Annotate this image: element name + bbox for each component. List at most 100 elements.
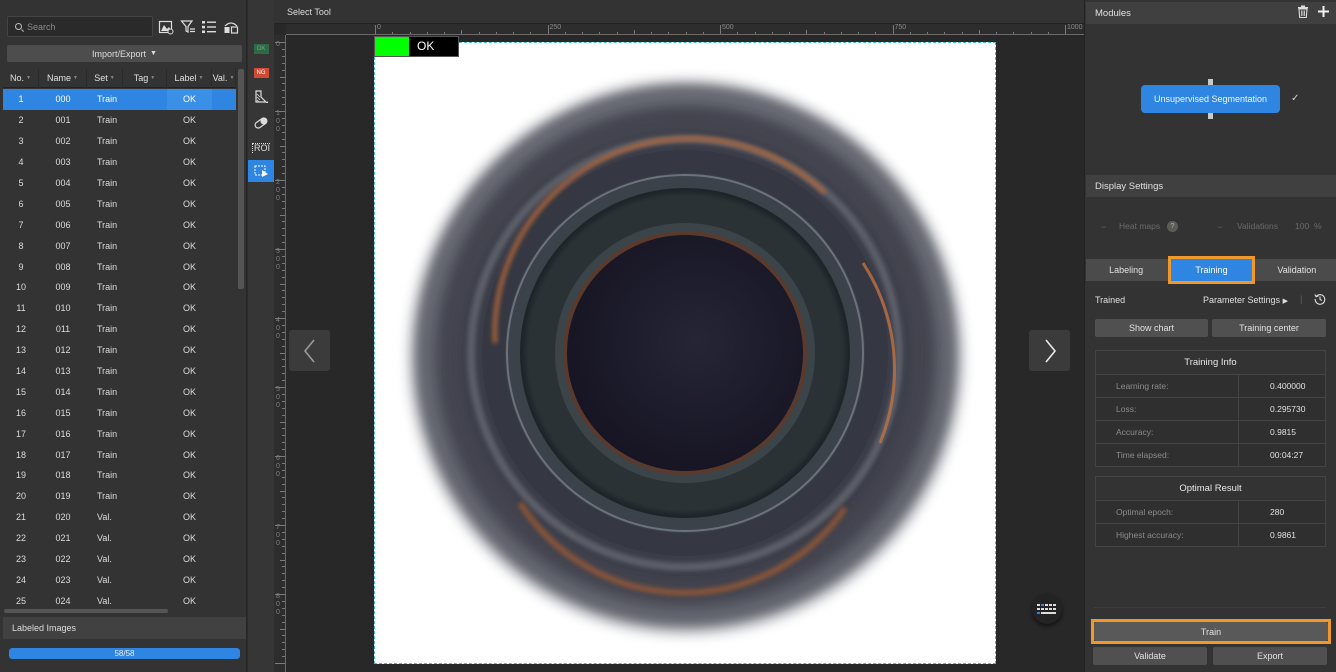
validations-toggle-icon[interactable]: ⌣ — [1217, 221, 1223, 232]
cell-name: 002 — [55, 136, 71, 147]
cell-label: OK — [182, 282, 196, 293]
cell-val — [212, 423, 236, 444]
table-horizontal-scrollbar[interactable] — [4, 609, 168, 613]
table-row[interactable]: 12 011 Train OK — [3, 319, 236, 340]
export-button[interactable]: Export — [1213, 647, 1327, 665]
parameter-settings-link[interactable]: Parameter Settings ▶ — [1203, 295, 1288, 305]
keyboard-shortcuts-button[interactable] — [1032, 594, 1062, 624]
table-row[interactable]: 10 009 Train OK — [3, 277, 236, 298]
cell-name: 022 — [55, 554, 71, 565]
chevron-right-icon — [1044, 338, 1056, 363]
table-row[interactable]: 5 004 Train OK — [3, 173, 236, 194]
labeled-images-header: Labeled Images — [3, 617, 246, 639]
heat-maps-toggle-icon[interactable]: ⌣ — [1101, 221, 1107, 232]
search-input[interactable] — [27, 21, 147, 32]
table-row[interactable]: 20 019 Train OK — [3, 486, 236, 507]
cell-no: 21 — [15, 512, 26, 523]
previous-image-button[interactable] — [289, 330, 330, 371]
table-row[interactable]: 15 014 Train OK — [3, 381, 236, 402]
table-row[interactable]: 21 020 Val. OK — [3, 507, 236, 528]
add-module-icon[interactable] — [1317, 5, 1330, 18]
table-row[interactable]: 13 012 Train OK — [3, 340, 236, 361]
module-node-unsupervised-segmentation[interactable]: Unsupervised Segmentation — [1141, 85, 1280, 113]
cell-set: Train — [97, 282, 118, 293]
ruler-label: 1000 — [1067, 24, 1083, 31]
image-settings-icon[interactable] — [158, 19, 174, 35]
validate-button[interactable]: Validate — [1093, 647, 1207, 665]
eraser-tool[interactable] — [248, 112, 274, 134]
layout-toggle-icon[interactable] — [223, 19, 239, 35]
history-icon[interactable] — [1314, 293, 1326, 305]
table-row[interactable]: 8 007 Train OK — [3, 235, 236, 256]
table-row[interactable]: 22 021 Val. OK — [3, 528, 236, 549]
import-export-button[interactable]: Import/Export ▼ — [7, 45, 242, 62]
cell-set: Train — [97, 115, 118, 126]
trash-icon[interactable] — [1297, 5, 1309, 18]
table-row[interactable]: 23 022 Val. OK — [3, 549, 236, 570]
cell-no: 6 — [18, 198, 24, 209]
column-header-tag[interactable]: Tag ▼ — [123, 68, 167, 88]
filter-icon[interactable] — [180, 19, 196, 35]
cell-label: OK — [182, 554, 196, 565]
table-row[interactable]: 1 000 Train OK — [3, 89, 236, 110]
train-button[interactable]: Train — [1091, 619, 1331, 644]
cell-set: Train — [97, 94, 118, 105]
parameter-settings-label: Parameter Settings — [1203, 295, 1281, 305]
table-row[interactable]: 24 023 Val. OK — [3, 569, 236, 590]
table-row[interactable]: 9 008 Train OK — [3, 256, 236, 277]
cell-val — [212, 319, 236, 340]
table-row[interactable]: 4 003 Train OK — [3, 152, 236, 173]
column-header-name[interactable]: Name ▼ — [39, 68, 87, 88]
table-row[interactable]: 25 024 Val. OK — [3, 590, 236, 610]
table-row[interactable]: 2 001 Train OK — [3, 110, 236, 131]
tab-validation[interactable]: Validation — [1257, 259, 1336, 281]
cell-set: Train — [97, 157, 118, 168]
next-image-button[interactable] — [1029, 330, 1070, 371]
ruler-label: 200 — [276, 179, 280, 202]
table-row[interactable]: 6 005 Train OK — [3, 193, 236, 214]
tab-label: Training — [1195, 265, 1228, 275]
table-row[interactable]: 3 002 Train OK — [3, 131, 236, 152]
column-header-label[interactable]: Label ▼ — [167, 68, 212, 88]
ng-label-tool[interactable]: NG — [248, 62, 274, 84]
table-row[interactable]: 11 010 Train OK — [3, 298, 236, 319]
search-icon — [15, 23, 22, 30]
mode-tabs: Labeling Training Validation — [1086, 256, 1336, 284]
cell-tag — [123, 381, 167, 402]
ruler-baseline-v — [285, 35, 286, 672]
training-center-button[interactable]: Training center — [1212, 319, 1326, 337]
module-output-port[interactable] — [1208, 113, 1213, 119]
tab-training[interactable]: Training — [1168, 256, 1255, 284]
table-row[interactable]: 18 017 Train OK — [3, 444, 236, 465]
table-vertical-scrollbar[interactable] — [238, 69, 244, 289]
info-row: Highest accuracy: 0.9861 — [1095, 523, 1326, 547]
column-header-val[interactable]: Val. ▼ — [212, 68, 236, 88]
cell-name: 020 — [55, 512, 71, 523]
cell-val — [212, 590, 236, 610]
table-row[interactable]: 17 016 Train OK — [3, 423, 236, 444]
divider — [1094, 607, 1326, 608]
column-header-set[interactable]: Set ▼ — [87, 68, 123, 88]
cell-tag — [123, 235, 167, 256]
cell-tag — [123, 277, 167, 298]
show-chart-button[interactable]: Show chart — [1095, 319, 1208, 337]
list-view-icon[interactable] — [201, 19, 217, 35]
help-icon[interactable]: ? — [1167, 221, 1178, 232]
column-header-no[interactable]: No. ▼ — [3, 68, 39, 88]
select-tool[interactable] — [248, 160, 274, 182]
vertical-ruler: 0 100 200 300 400 500 600 700 800 — [274, 35, 285, 672]
polygon-tool[interactable] — [248, 86, 274, 108]
ok-label-tool[interactable]: OK — [248, 38, 274, 60]
table-row[interactable]: 14 013 Train OK — [3, 361, 236, 382]
cell-val — [212, 381, 236, 402]
table-row[interactable]: 7 006 Train OK — [3, 214, 236, 235]
roi-tool[interactable]: ROI — [248, 137, 274, 159]
search-box[interactable] — [7, 16, 153, 37]
table-row[interactable]: 19 018 Train OK — [3, 465, 236, 486]
table-row[interactable]: 16 015 Train OK — [3, 402, 236, 423]
tab-labeling[interactable]: Labeling — [1086, 259, 1166, 281]
heat-maps-label: Heat maps — [1119, 221, 1161, 231]
inspection-image[interactable] — [374, 42, 996, 664]
cell-set: Train — [97, 219, 118, 230]
cell-label: OK — [182, 345, 196, 356]
